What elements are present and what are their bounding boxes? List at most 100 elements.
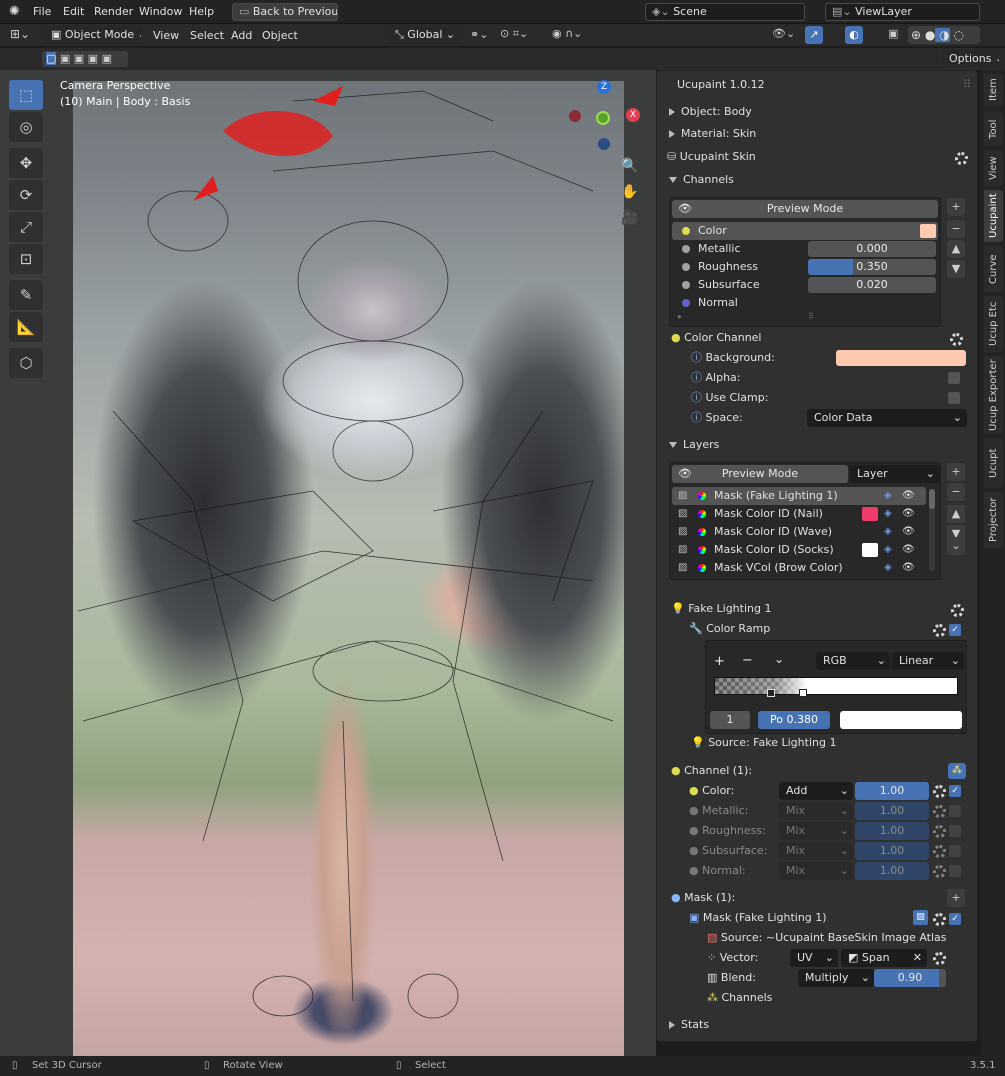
add-layer-button[interactable]: + bbox=[947, 463, 965, 481]
gear-icon[interactable] bbox=[933, 845, 946, 858]
measure-tool-button[interactable]: 📐 bbox=[9, 312, 43, 342]
ramp-stop-active[interactable] bbox=[799, 689, 807, 697]
gear-icon[interactable] bbox=[955, 152, 968, 165]
eye-icon[interactable]: 👁 bbox=[902, 505, 915, 523]
blend-mode-dropdown[interactable]: Mix ⌄ bbox=[779, 842, 853, 860]
ramp-menu-button[interactable]: ⌄ bbox=[774, 652, 784, 666]
sidebar-tab-view[interactable]: View bbox=[984, 150, 1003, 186]
gear-icon[interactable] bbox=[933, 952, 946, 965]
shading-modes[interactable]: ⊕ ● ◑ ◌ bbox=[908, 26, 980, 44]
mask-shield-icon[interactable]: ◈ bbox=[884, 487, 892, 505]
stats-row[interactable]: Stats bbox=[657, 1015, 977, 1035]
gear-icon[interactable] bbox=[933, 913, 946, 926]
channel-item[interactable]: Color bbox=[672, 222, 938, 240]
eye-icon[interactable]: 👁 bbox=[902, 559, 915, 577]
remove-stop-button[interactable]: − bbox=[742, 653, 753, 668]
drag-handle-icon[interactable]: ⠿ bbox=[963, 75, 971, 95]
ramp-position-field[interactable]: Po 0.380 bbox=[758, 711, 830, 729]
menu-add[interactable]: Add bbox=[231, 29, 252, 42]
gear-icon[interactable] bbox=[933, 805, 946, 818]
color-ramp-checkbox[interactable]: ✓ bbox=[949, 624, 961, 636]
blend-intensity-field[interactable]: 1.00 bbox=[855, 822, 929, 840]
options-dropdown[interactable]: Options ⌄ bbox=[942, 50, 1000, 68]
blend-intensity-field[interactable]: 1.00 bbox=[855, 782, 929, 800]
transform-orientation-dropdown[interactable]: ⤡ Global ⌄ bbox=[388, 26, 460, 44]
blend-amount-slider[interactable]: 0.90 bbox=[874, 969, 946, 987]
channel-value-field[interactable]: 0.020 bbox=[808, 277, 936, 293]
navigation-gizmo[interactable]: Z X bbox=[565, 78, 645, 158]
ramp-stop-left[interactable] bbox=[767, 689, 775, 697]
rotate-tool-button[interactable]: ⟳ bbox=[9, 180, 43, 210]
list-filter-icon[interactable]: ▸ bbox=[678, 312, 682, 321]
menu-view[interactable]: View bbox=[153, 29, 179, 42]
layer-menu-button[interactable]: ⌄ bbox=[947, 537, 965, 555]
blend-intensity-field[interactable]: 1.00 bbox=[855, 842, 929, 860]
menu-render[interactable]: Render bbox=[94, 5, 133, 18]
zoom-icon[interactable]: 🔍 bbox=[621, 158, 638, 174]
layer-item[interactable]: ▨ Mask (Fake Lighting 1) ◈ 👁 bbox=[672, 487, 926, 505]
visibility-icon[interactable]: 👁⌄ bbox=[772, 27, 795, 40]
menu-help[interactable]: Help bbox=[189, 5, 214, 18]
camera-icon[interactable]: 🎥 bbox=[621, 210, 638, 226]
blend-mode-dropdown[interactable]: Mix ⌄ bbox=[779, 862, 853, 880]
eye-icon[interactable]: 👁 bbox=[902, 523, 915, 541]
mask-checkbox[interactable]: ✓ bbox=[949, 913, 961, 925]
blend-checkbox[interactable] bbox=[949, 865, 961, 877]
gear-icon[interactable] bbox=[950, 333, 963, 346]
blend-checkbox[interactable] bbox=[949, 845, 961, 857]
gear-icon[interactable] bbox=[933, 865, 946, 878]
layer-item[interactable]: ▨ Mask Color ID (Wave) ◈ 👁 bbox=[672, 523, 926, 541]
mask-shield-icon[interactable]: ◈ bbox=[884, 541, 892, 559]
mask-shield-icon[interactable]: ◈ bbox=[884, 505, 892, 523]
gizmo-x-axis[interactable]: X bbox=[626, 108, 640, 122]
cursor-tool-button[interactable]: ◎ bbox=[9, 112, 43, 142]
vector-dropdown[interactable]: UV ⌄ bbox=[790, 949, 838, 967]
blend-intensity-field[interactable]: 1.00 bbox=[855, 862, 929, 880]
sidebar-tab-projector[interactable]: Projector bbox=[984, 492, 1003, 548]
mode-dropdown[interactable]: ▣ Object Mode ⌄ bbox=[44, 26, 142, 44]
span-field[interactable]: ◩ Span ✕ bbox=[841, 949, 927, 967]
move-tool-button[interactable]: ✥ bbox=[9, 148, 43, 178]
blend-checkbox[interactable] bbox=[949, 825, 961, 837]
remove-layer-button[interactable]: − bbox=[947, 483, 965, 501]
material-shading-icon[interactable]: ◑ bbox=[935, 28, 950, 42]
move-up-channel-button[interactable]: ▲ bbox=[947, 240, 965, 258]
ramp-color-mode-dropdown[interactable]: RGB ⌄ bbox=[816, 652, 890, 670]
mask-shield-icon[interactable]: ◈ bbox=[884, 523, 892, 541]
sidebar-tab-item[interactable]: Item bbox=[984, 74, 1003, 106]
background-color-swatch[interactable] bbox=[836, 350, 966, 366]
menu-window[interactable]: Window bbox=[139, 5, 182, 18]
gizmo-toggle-icon[interactable]: ↗ bbox=[805, 26, 823, 44]
ramp-stop-index-field[interactable]: 1 bbox=[710, 711, 750, 729]
channels-preview-mode-button[interactable]: 👁 Preview Mode bbox=[672, 200, 938, 218]
gizmo-neg-x[interactable] bbox=[569, 110, 581, 122]
remove-channel-button[interactable]: − bbox=[947, 220, 965, 238]
blend-mode-dropdown[interactable]: Mix ⌄ bbox=[779, 822, 853, 840]
channel-dots-button[interactable]: ⁂ bbox=[948, 763, 966, 779]
solid-shading-icon[interactable]: ● bbox=[921, 28, 935, 42]
layer-item[interactable]: ▨ Mask Color ID (Socks) ◈ 👁 bbox=[672, 541, 926, 559]
wireframe-shading-icon[interactable]: ⊕ bbox=[911, 28, 921, 42]
pivot-icon[interactable]: ⚭⌄ bbox=[470, 28, 488, 41]
layer-color-swatch[interactable] bbox=[862, 507, 878, 521]
layer-type-dropdown[interactable]: Layer ⌄ bbox=[850, 465, 940, 483]
channels-header[interactable]: Channels bbox=[657, 170, 977, 190]
layer-item[interactable]: ▨ Mask VCol (Brow Color) ◈ 👁 bbox=[672, 559, 926, 577]
proportional-edit-icon[interactable]: ◉ ∩⌄ bbox=[552, 27, 582, 40]
blend-mode-dropdown[interactable]: Multiply ⌄ bbox=[798, 969, 874, 987]
hand-icon[interactable]: ✋ bbox=[621, 184, 638, 200]
layer-item[interactable]: ▨ Mask Color ID (Nail) ◈ 👁 bbox=[672, 505, 926, 523]
eye-icon[interactable]: 👁 bbox=[902, 487, 915, 505]
blend-checkbox[interactable] bbox=[949, 805, 961, 817]
sidebar-tab-ucupaint[interactable]: Ucupaint bbox=[984, 190, 1003, 242]
blend-mode-dropdown[interactable]: Add ⌄ bbox=[779, 782, 853, 800]
add-channel-button[interactable]: + bbox=[947, 198, 965, 216]
snap-icon[interactable]: ⊙ ⌗⌄ bbox=[500, 27, 528, 41]
add-cube-tool-button[interactable]: ⬡ bbox=[9, 348, 43, 378]
layers-preview-mode-button[interactable]: 👁 Preview Mode bbox=[672, 465, 848, 483]
xray-icon[interactable]: ▣ bbox=[888, 27, 898, 40]
eye-icon[interactable]: 👁 bbox=[902, 541, 915, 559]
blend-checkbox[interactable]: ✓ bbox=[949, 785, 961, 797]
ramp-gradient-bar[interactable] bbox=[714, 677, 958, 695]
mask-image-icon[interactable]: ▨ bbox=[913, 910, 928, 925]
